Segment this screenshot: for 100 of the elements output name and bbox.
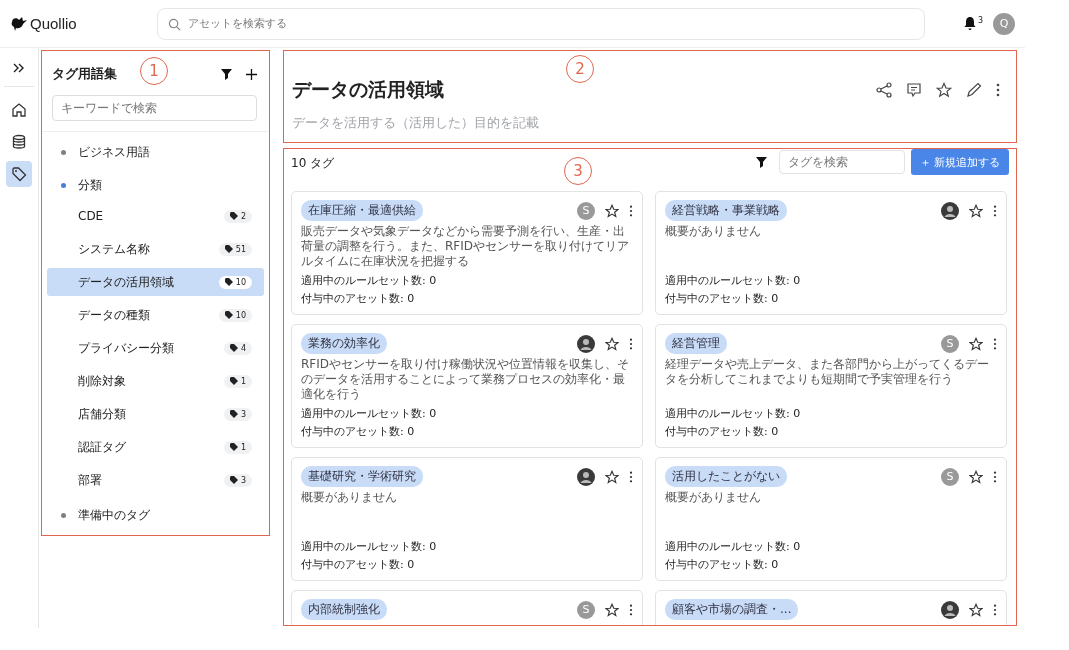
- owner-avatar: S: [941, 334, 959, 353]
- tag-card[interactable]: 基礎研究・学術研究 概要がありません 適用中のルールセット数: 0 付与中のアセット数: 0: [291, 457, 643, 581]
- owner-avatar: [577, 334, 595, 353]
- tag-chip[interactable]: 在庫圧縮・最適供給: [301, 200, 423, 221]
- ruleset-count: 適用中のルールセット数: 0: [665, 273, 802, 288]
- owner-avatar: [941, 600, 959, 619]
- tree-item[interactable]: システム名称 51: [47, 235, 264, 263]
- tag-summary: 概要がありません: [665, 224, 762, 239]
- filter-icon[interactable]: [755, 156, 767, 168]
- star-icon[interactable]: [605, 203, 619, 218]
- tag-card[interactable]: 業務の効率化 RFIDやセンサーを取り付け稼働状況や位置情報を収集し、そのデータを活用することによって業務プロセスの効率化・最適化を行う 適用中のルールセット数: 0 付与中のアセット数: 0: [291, 324, 643, 448]
- tag-card[interactable]: 顧客や市場の調査・...: [655, 590, 1007, 625]
- notification-count: 3: [978, 16, 984, 25]
- ruleset-count: 適用中のルールセット数: 0: [301, 539, 438, 554]
- tag-card[interactable]: 在庫圧縮・最適供給 S 販売データや気象データなどから需要予測を行い、生産・出荷量の調整を行う。また、RFIDやセンサーを取り付けてリアルタイムに在庫状況を把握する 適用中のルールセット数: 0 付与中のアセット数: 0: [291, 191, 643, 315]
- star-icon[interactable]: [605, 602, 619, 617]
- bell-icon[interactable]: [963, 16, 978, 31]
- star-icon[interactable]: [969, 203, 983, 218]
- asset-count: 付与中のアセット数: 0: [665, 424, 780, 439]
- tree-item[interactable]: 認証タグ 1: [47, 433, 264, 461]
- add-button[interactable]: ＋ 新規追加する: [910, 149, 1009, 175]
- search-field[interactable]: アセットを検索する: [157, 7, 926, 40]
- owner-avatar: S: [577, 201, 595, 220]
- ruleset-count: 適用中のルールセット数: 0: [301, 406, 438, 421]
- more-icon[interactable]: [629, 204, 633, 217]
- tag-icon: [11, 166, 27, 182]
- tree-item[interactable]: ビジネス用語: [78, 144, 150, 161]
- tag-chip[interactable]: 経営戦略・事業戦略: [665, 200, 787, 221]
- star-icon[interactable]: [605, 469, 619, 484]
- tag-card[interactable]: 内部統制強化 S: [291, 590, 643, 625]
- tree-item[interactable]: 削除対象 1: [47, 367, 264, 395]
- tag-card[interactable]: 経営管理 S 経理データや売上データ、また各部門から上がってくるデータを分析してこれまでよりも短期間で予実管理を行う 適用中のルールセット数: 0 付与中のアセット数: 0: [655, 324, 1007, 448]
- database-icon: [11, 134, 27, 150]
- more-icon[interactable]: [996, 83, 1000, 97]
- ruleset-count: 適用中のルールセット数: 0: [301, 273, 438, 288]
- comment-icon[interactable]: [906, 82, 922, 98]
- tree-item[interactable]: データの活用領域 10: [47, 268, 264, 296]
- search-icon: [168, 17, 182, 31]
- tag-count: 10 タグ: [291, 155, 335, 172]
- asset-count: 付与中のアセット数: 0: [665, 291, 780, 306]
- owner-avatar: [941, 201, 959, 220]
- tag-chip[interactable]: 顧客や市場の調査・...: [665, 599, 799, 620]
- tag-summary: 経理データや売上データ、また各部門から上がってくるデータを分析してこれまでよりも短期間で予実管理を行う: [665, 357, 990, 387]
- ruleset-count: 適用中のルールセット数: 0: [665, 539, 802, 554]
- edit-icon[interactable]: [966, 82, 982, 98]
- tag-card[interactable]: 活用したことがない S 概要がありません 適用中のルールセット数: 0 付与中のアセット数: 0: [655, 457, 1007, 581]
- page-description: データを活用する（活用した）目的を記載: [292, 115, 540, 132]
- tree-item[interactable]: 店舗分類 3: [47, 400, 264, 428]
- more-icon[interactable]: [629, 337, 633, 350]
- star-icon[interactable]: [605, 336, 619, 351]
- tag-summary: RFIDやセンサーを取り付け稼働状況や位置情報を収集し、そのデータを活用することによって業務プロセスの効率化・最適化を行う: [301, 357, 631, 402]
- ruleset-count: 適用中のルールセット数: 0: [665, 406, 802, 421]
- expand-icon[interactable]: [12, 62, 26, 74]
- tag-nav-button[interactable]: [6, 161, 32, 187]
- asset-count: 付与中のアセット数: 0: [301, 557, 416, 572]
- owner-avatar: S: [941, 467, 959, 486]
- tag-summary: 販売データや気象データなどから需要予測を行い、生産・出荷量の調整を行う。また、RFIDやセンサーを取り付けてリアルタイムに在庫状況を把握する: [301, 224, 631, 269]
- page-title: データの活用領域: [292, 77, 444, 102]
- tag-search-field[interactable]: タグを検索: [778, 150, 905, 174]
- home-icon: [11, 102, 27, 118]
- share-icon[interactable]: [876, 82, 892, 98]
- star-icon[interactable]: [969, 602, 983, 617]
- tag-chip[interactable]: 業務の効率化: [301, 333, 387, 354]
- tag-chip[interactable]: 基礎研究・学術研究: [301, 466, 423, 487]
- more-icon[interactable]: [993, 337, 997, 350]
- more-icon[interactable]: [993, 204, 997, 217]
- asset-count: 付与中のアセット数: 0: [301, 424, 416, 439]
- owner-avatar: S: [577, 600, 595, 619]
- tag-summary: 概要がありません: [301, 490, 398, 505]
- star-icon[interactable]: [936, 82, 952, 98]
- star-icon[interactable]: [969, 336, 983, 351]
- tag-chip[interactable]: 活用したことがない: [665, 466, 787, 487]
- tag-count-badge: 51: [218, 242, 252, 256]
- more-icon[interactable]: [993, 470, 997, 483]
- tree-item[interactable]: 分類: [78, 177, 102, 194]
- asset-count: 付与中のアセット数: 0: [665, 557, 780, 572]
- tree-item[interactable]: プライバシー分類 4: [47, 334, 264, 362]
- tag-count-badge: 10: [218, 275, 252, 289]
- bird-logo-icon: [10, 15, 28, 32]
- tree-item[interactable]: 準備中のタグ: [78, 507, 150, 524]
- tag-card[interactable]: 経営戦略・事業戦略 概要がありません 適用中のルールセット数: 0 付与中のアセット数: 0: [655, 191, 1007, 315]
- tag-count-badge: 1: [223, 440, 252, 454]
- tag-count-badge: 2: [223, 209, 252, 223]
- star-icon[interactable]: [969, 469, 983, 484]
- tree-item[interactable]: データの種類 10: [47, 301, 264, 329]
- more-icon[interactable]: [629, 470, 633, 483]
- plus-icon[interactable]: [246, 68, 257, 80]
- tag-count-badge: 10: [218, 308, 252, 322]
- tree-item[interactable]: CDE 2: [47, 202, 264, 230]
- asset-count: 付与中のアセット数: 0: [301, 291, 416, 306]
- filter-icon[interactable]: [221, 68, 232, 80]
- tag-count-badge: 3: [223, 407, 252, 421]
- tag-chip[interactable]: 内部統制強化: [301, 599, 387, 620]
- tag-count-badge: 4: [223, 341, 252, 355]
- keyword-search-field[interactable]: キーワードで検索: [52, 95, 257, 121]
- tag-chip[interactable]: 経営管理: [665, 333, 727, 354]
- more-icon[interactable]: [993, 603, 997, 616]
- more-icon[interactable]: [629, 603, 633, 616]
- tree-item[interactable]: 部署 3: [47, 466, 264, 494]
- owner-avatar: [577, 467, 595, 486]
